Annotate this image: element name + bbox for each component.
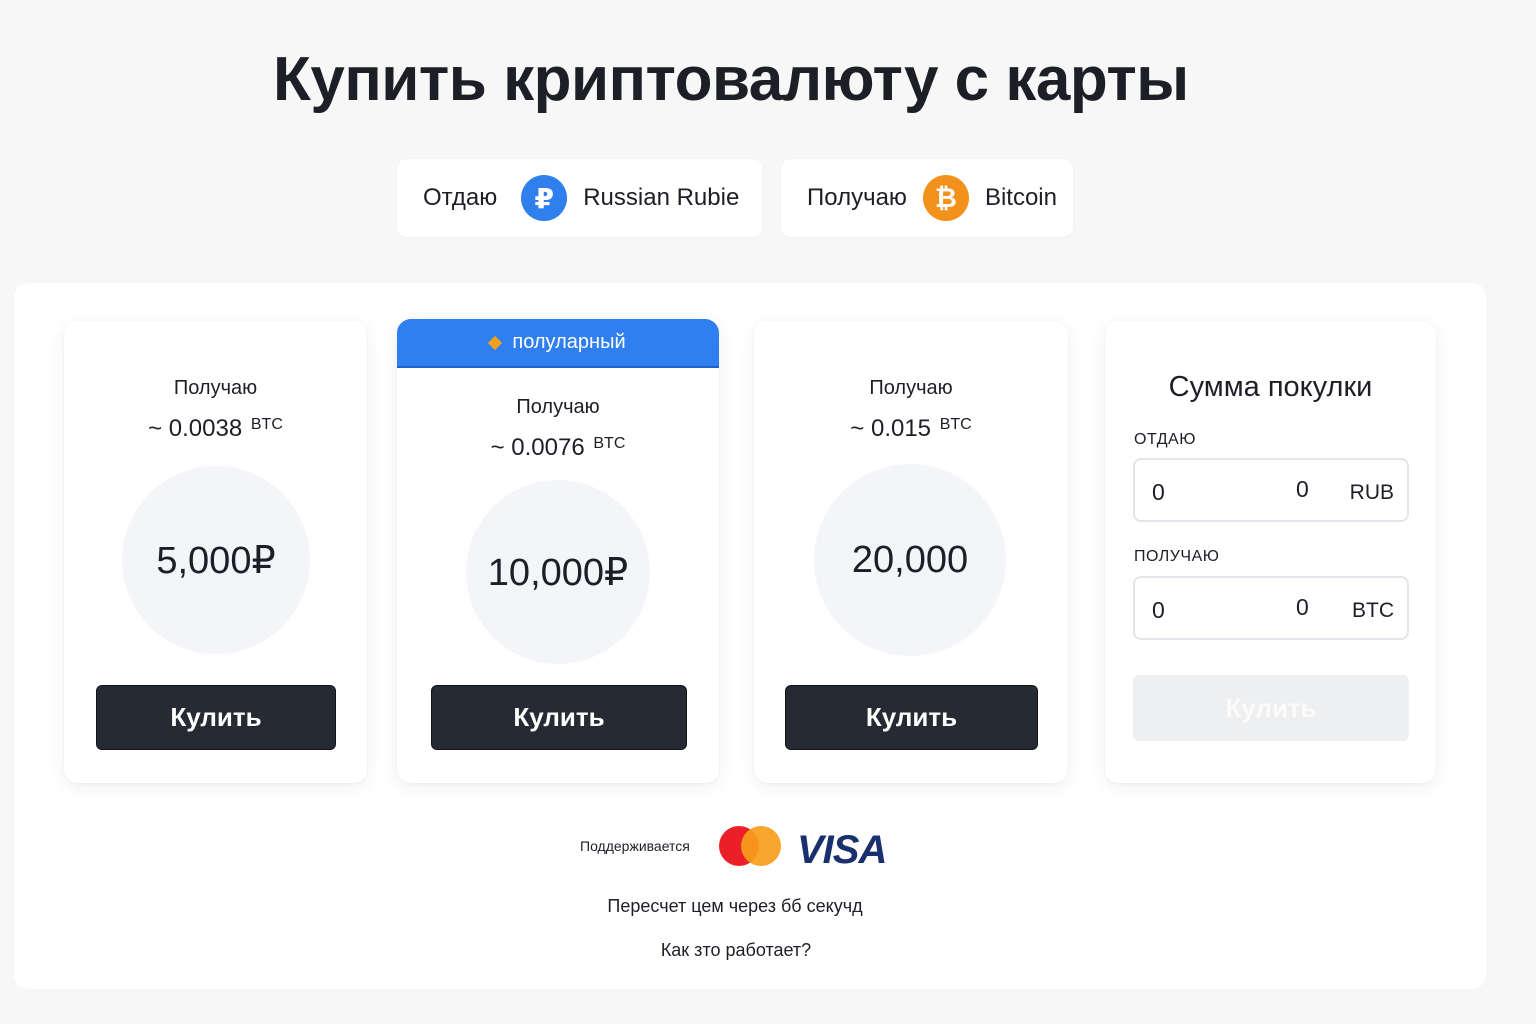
buy-button-20000[interactable]: Кулить [785, 685, 1038, 750]
get-amount-unit: BTC [1352, 599, 1394, 622]
popular-badge-label: полуларный [512, 331, 626, 353]
page: Купить криптовалюту с карты Отдаю ₽ Russ… [0, 0, 1536, 1024]
custom-amount-title: Сумма покулки [1168, 371, 1373, 403]
offer-price: 5,000₽ [122, 466, 310, 654]
offer-btc-amount: ~ 0.0076 BTC [397, 434, 719, 462]
get-label: Получаю [807, 184, 907, 211]
give-label: Отдаю [423, 184, 498, 211]
give-amount-unit: RUB [1349, 481, 1394, 504]
offer-price: 20,000 [814, 464, 1006, 656]
amount-unit: BTC [593, 435, 626, 452]
amount-value: ~ 0.0076 [490, 434, 585, 461]
offer-price: 10,000₽ [466, 480, 650, 664]
get-amount-value[interactable]: 0 [1152, 597, 1165, 624]
popular-badge: полуларный [397, 319, 719, 368]
give-amount-decimals: 0 [1296, 476, 1309, 502]
recalc-timer-text: Пересчет цем через бб секучд [607, 896, 863, 916]
give-currency-name: Russian Rubie [583, 184, 740, 211]
visa-logo-icon: VISA [797, 828, 887, 872]
amount-unit: BTC [250, 416, 283, 433]
offer-card-20000: Получаю ~ 0.015 BTC 20,000 Кулить [754, 321, 1068, 783]
buy-button-5000[interactable]: Кулить [96, 685, 336, 750]
give-field-label: ОТДАЮ [1134, 431, 1196, 448]
give-amount-field[interactable]: 0 0 RUB [1133, 458, 1409, 522]
ruble-coin-icon: ₽ [521, 175, 568, 221]
amount-unit: BTC [939, 416, 972, 433]
offer-btc-amount: ~ 0.015 BTC [754, 415, 1068, 443]
get-currency-name: Bitcoin [984, 184, 1057, 211]
give-amount-value[interactable]: 0 [1152, 479, 1165, 506]
offer-btc-amount: ~ 0.0038 BTC [64, 415, 367, 443]
offer-card-5000: Получаю ~ 0.0038 BTC 5,000₽ Кулить [64, 321, 367, 783]
amount-value: ~ 0.015 [850, 415, 932, 442]
mastercard-logo-icon [719, 826, 781, 866]
get-currency-selector[interactable]: Получаю ₿ Bitcoin [781, 159, 1073, 237]
page-title: Купить криптовалюту с карты [273, 45, 1189, 114]
bitcoin-coin-icon: ₿ [922, 175, 969, 221]
buy-button-custom[interactable]: Кулить [1133, 675, 1409, 741]
get-field-label: ПОЛУЧАЮ [1134, 548, 1220, 565]
custom-amount-card: Сумма покулки ОТДАЮ 0 0 RUB ПОЛУЧАЮ 0 0 … [1105, 321, 1436, 783]
get-amount-decimals: 0 [1296, 594, 1309, 620]
offer-get-label: Получаю [516, 396, 600, 418]
offer-card-10000: полуларный Получаю ~ 0.0076 BTC 10,000₽ … [397, 319, 719, 783]
supported-label: Поддерживается [580, 838, 690, 854]
get-amount-field[interactable]: 0 0 BTC [1133, 576, 1409, 640]
offer-get-label: Получаю [869, 377, 953, 399]
diamond-icon [488, 335, 503, 350]
buy-button-10000[interactable]: Кулить [431, 685, 687, 750]
amount-value: ~ 0.0038 [148, 415, 243, 442]
give-currency-selector[interactable]: Отдаю ₽ Russian Rubie [397, 159, 762, 237]
offer-get-label: Получаю [173, 377, 258, 399]
how-it-works-link[interactable]: Как зто работает? [0, 940, 1472, 961]
